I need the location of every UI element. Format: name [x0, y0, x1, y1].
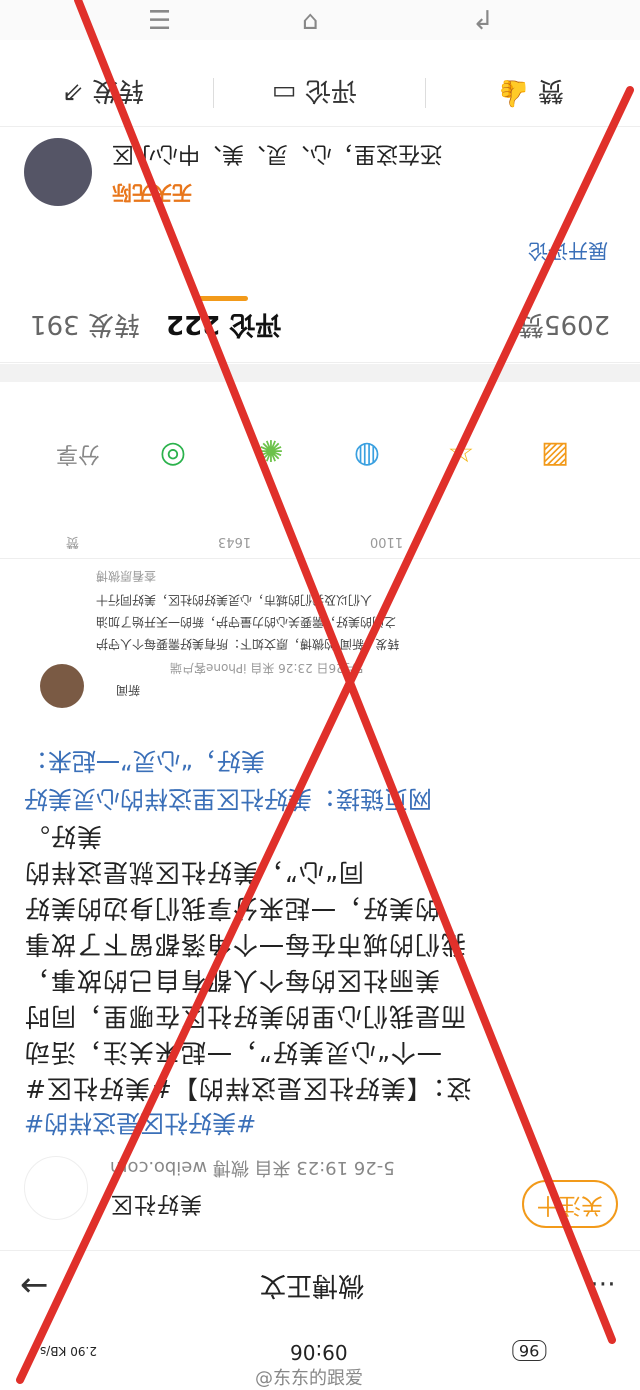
battery-level: 96	[512, 1340, 547, 1361]
network-speed: 2.90 KB/s	[40, 1344, 97, 1358]
section-gap	[0, 364, 640, 382]
avatar[interactable]	[24, 138, 92, 206]
embedded-avatar[interactable]	[40, 664, 84, 708]
embedded-line: 人们以及我们的城市，心灵美好的社区，美好同行十	[96, 593, 373, 607]
chart-icon[interactable]: ▨	[532, 430, 578, 476]
menu-icon[interactable]: ☰	[148, 6, 171, 36]
clock: 09:06	[290, 1340, 348, 1364]
author-avatar[interactable]	[24, 1156, 88, 1220]
tab-likes[interactable]: 2095赞	[518, 308, 610, 345]
mini-comment[interactable]: 1100	[370, 534, 403, 549]
active-tab-indicator	[196, 296, 248, 301]
body-line: 而是我们心里的美好社区在哪里，同时	[24, 1002, 467, 1031]
like-label: 赞	[538, 75, 565, 105]
back-icon[interactable]: ↲	[472, 6, 494, 36]
body-line: 美丽社区的每个人都有自己的故事，	[24, 966, 441, 995]
topic-tag[interactable]: #美好社区是这样的#	[24, 1108, 256, 1143]
share-label: 分享	[56, 441, 101, 466]
mini-like[interactable]: 赞	[66, 534, 79, 553]
arrow-left-icon[interactable]: ←	[20, 1265, 49, 1305]
home-icon[interactable]: ⌂	[302, 6, 319, 36]
follow-button[interactable]: 关注十	[522, 1180, 618, 1228]
page-title: 微博正文	[260, 1270, 365, 1300]
embedded-line: 转发 · 新闻 的微博，原文如下：所有美好需要每个人守护	[96, 637, 400, 651]
body-line: 美好。	[24, 822, 103, 851]
watermark: @东东的跟爱	[255, 1368, 363, 1389]
embedded-author[interactable]: 新闻	[116, 680, 140, 700]
comment-button[interactable]: ▭ 评论	[272, 74, 357, 111]
comment-icon: ▭	[272, 77, 297, 108]
share-panel: 分享 ◎ ✺ ◍ ☆ ▨	[0, 430, 640, 490]
comment-username[interactable]: 无天无际	[112, 180, 192, 209]
action-bar: ⇗ 转发 ▭ 评论 👍 赞	[0, 60, 640, 127]
divider	[213, 78, 214, 108]
body-line: 同“心”，美好社区就是这样的	[24, 858, 364, 887]
hashtag-line[interactable]: 美好，“心灵”一起来：	[24, 746, 265, 781]
embedded-post[interactable]: 查看原微博 人们以及我们的城市，心灵美好的社区，美好同行十 之间的美好，需要关心…	[20, 568, 620, 708]
more-icon[interactable]: ⋯	[590, 1269, 616, 1299]
follow-label: 关注十	[536, 1192, 603, 1217]
wechat-icon[interactable]: ◎	[150, 430, 196, 476]
link-line[interactable]: 网页链接：美好社区里这样的心灵美好	[24, 784, 432, 819]
comment-label: 评论	[304, 75, 357, 105]
embedded-meta: 5月26日 23:26 来自 iPhone客户端	[170, 661, 364, 675]
embedded-line: 之间的美好，需要关心的力量守护，新的一天开始了加油	[96, 615, 397, 629]
like-button[interactable]: 👍 赞	[498, 74, 564, 111]
moments-icon[interactable]: ✺	[248, 430, 294, 476]
body-line: 这：【美好社区是这样的】#美好社区#	[24, 1074, 472, 1103]
embedded-action-bar: 赞 1643 1100	[0, 530, 640, 559]
tab-reposts[interactable]: 转发 391	[30, 308, 140, 345]
embedded-footer[interactable]: 查看原微博	[96, 568, 156, 585]
qq-icon[interactable]: ◍	[344, 430, 390, 476]
status-bar: 2.90 KB/s 09:06 96 @东东的跟爱	[0, 1330, 640, 1390]
thumb-icon: 👍	[498, 77, 531, 108]
post-author[interactable]: 美好社区	[110, 1190, 202, 1222]
repost-button[interactable]: ⇗ 转发	[62, 74, 144, 111]
mini-repost[interactable]: 1643	[218, 534, 251, 549]
tab-bar: 转发 391 评论 222 2095赞	[0, 290, 640, 363]
comment-text: 还在这里，心、灵、美、中心小区	[112, 141, 443, 166]
body-line: 我们的城市在每一个角落都留下了故事	[24, 930, 467, 959]
favorite-icon[interactable]: ☆	[438, 430, 484, 476]
tab-comments[interactable]: 评论 222	[166, 308, 281, 345]
post-source: 5-26 19:23 来自 微博 weibo.com	[110, 1157, 395, 1178]
title-bar: ← 微博正文 ⋯	[0, 1250, 640, 1321]
repost-label: 转发	[91, 75, 144, 105]
body-line: 一个“心灵美好”，一起来关注，活动	[24, 1038, 442, 1067]
body-line: 的美好，一起来分享我们身边的美好	[24, 894, 441, 923]
expand-comments-link[interactable]: 展开评论	[528, 238, 608, 267]
navigation-bar: ☰ ⌂ ↲	[0, 0, 640, 40]
repost-icon: ⇗	[62, 77, 84, 108]
divider	[425, 78, 426, 108]
